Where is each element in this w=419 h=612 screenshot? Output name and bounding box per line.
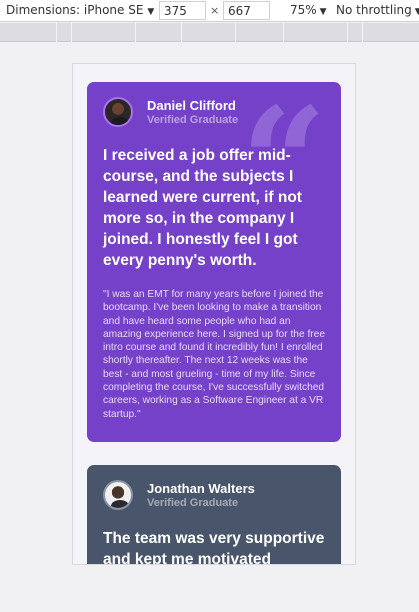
throttling-dropdown[interactable]: No throttling ▼ [336, 3, 419, 17]
avatar [103, 97, 133, 127]
testimonial-headline: I received a job offer mid-course, and t… [103, 147, 302, 269]
ruler-divider [181, 23, 182, 42]
viewport-width-input[interactable]: 375 [159, 1, 206, 20]
ruler-divider [56, 23, 57, 42]
testimonial-author: Jonathan Walters Verified Graduate [103, 480, 325, 510]
testimonial-quote: "I was an EMT for many years before I jo… [103, 289, 325, 420]
author-info: Daniel Clifford Verified Graduate [147, 98, 238, 127]
device-dimensions-label: Dimensions: iPhone SE [6, 3, 144, 17]
chevron-down-icon: ▼ [147, 7, 155, 17]
ruler-divider [135, 23, 136, 42]
zoom-dropdown[interactable]: 75% ▼ [290, 3, 327, 17]
author-info: Jonathan Walters Verified Graduate [147, 481, 255, 510]
dimension-separator: × [210, 4, 220, 17]
device-viewport: “ Daniel Clifford Verified Graduate I re… [72, 63, 356, 565]
avatar [103, 480, 133, 510]
throttling-label: No throttling [336, 3, 412, 17]
ruler-divider [347, 23, 348, 42]
ruler-divider [283, 23, 284, 42]
author-name: Jonathan Walters [147, 480, 255, 496]
chevron-down-icon: ▼ [319, 7, 327, 17]
testimonial-card: “ Daniel Clifford Verified Graduate I re… [87, 82, 341, 442]
ruler-divider [235, 23, 236, 42]
chevron-down-icon: ▼ [414, 7, 419, 17]
zoom-label: 75% [290, 3, 317, 17]
testimonial-headline: The team was very supportive and kept me… [103, 530, 325, 565]
device-dimensions-dropdown[interactable]: Dimensions: iPhone SE ▼ [6, 3, 154, 17]
testimonial-author: Daniel Clifford Verified Graduate [103, 97, 325, 127]
ruler-divider [71, 23, 72, 42]
testimonial-card: Jonathan Walters Verified Graduate The t… [87, 465, 341, 565]
media-query-ruler[interactable] [0, 23, 419, 42]
author-role: Verified Graduate [147, 113, 239, 126]
author-role: Verified Graduate [147, 496, 239, 509]
author-name: Daniel Clifford [147, 97, 236, 113]
devtools-toolbar: Dimensions: iPhone SE ▼ 375 × 667 75% ▼ No… [0, 0, 419, 22]
viewport-height-input[interactable]: 667 [223, 1, 270, 20]
ruler-divider [362, 23, 363, 42]
